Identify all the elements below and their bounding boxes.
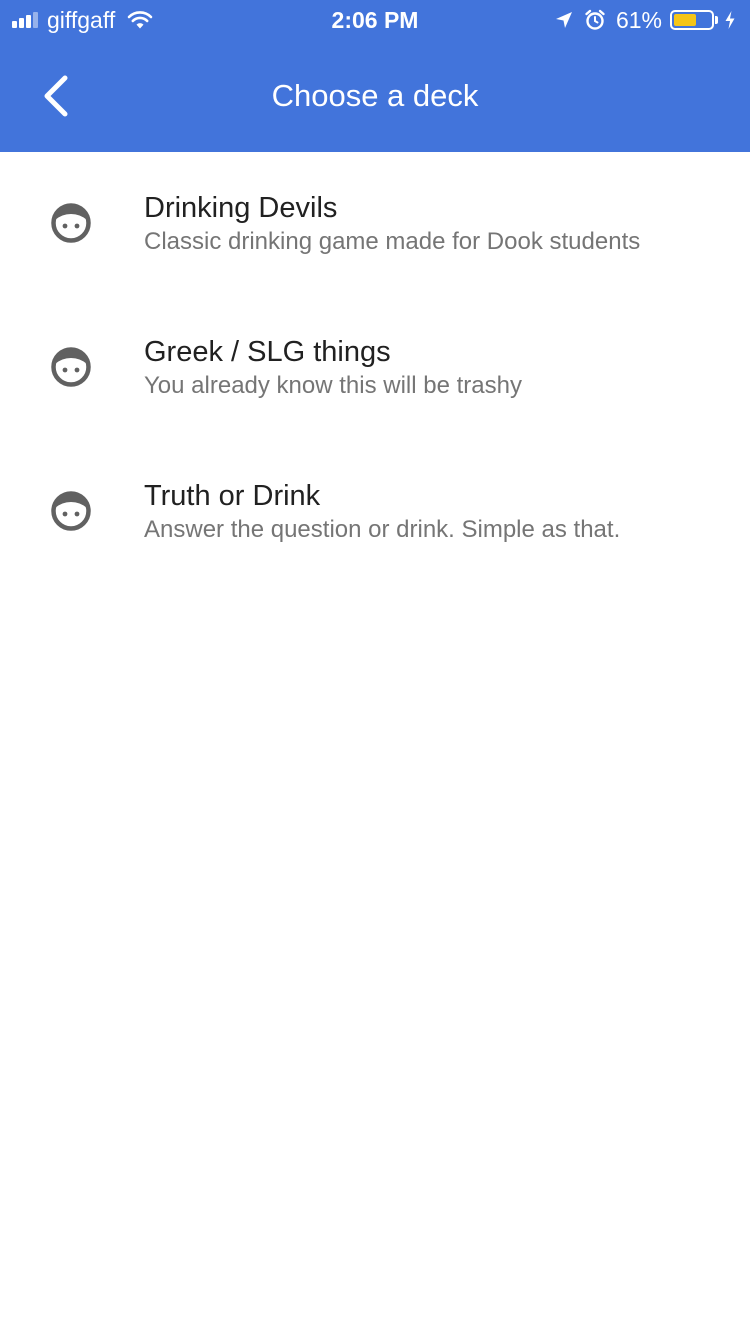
deck-item-drinking-devils[interactable]: Drinking Devils Classic drinking game ma… — [0, 152, 750, 296]
face-icon — [51, 347, 91, 387]
face-icon — [51, 491, 91, 531]
page-title: Choose a deck — [271, 78, 479, 113]
battery-tip — [715, 16, 718, 24]
deck-subtitle: Answer the question or drink. Simple as … — [144, 516, 621, 543]
app-bar: giffgaff 2:06 PM 61% Choose a deck — [0, 0, 750, 152]
face-icon — [51, 203, 91, 243]
location-arrow-icon — [555, 12, 572, 28]
deck-list: Drinking Devils Classic drinking game ma… — [0, 152, 750, 584]
deck-title: Drinking Devils — [144, 192, 338, 224]
status-right: 61% — [544, 6, 736, 34]
alarm-icon — [585, 9, 605, 30]
battery-level — [674, 14, 696, 26]
deck-title: Truth or Drink — [144, 480, 321, 512]
battery-percent: 61% — [615, 6, 662, 33]
status-bar: giffgaff 2:06 PM 61% — [0, 0, 750, 40]
charging-bolt-icon — [725, 11, 735, 29]
deck-item-greek-slg-things[interactable]: Greek / SLG things You already know this… — [0, 296, 750, 440]
deck-subtitle: You already know this will be trashy — [144, 372, 522, 399]
deck-title: Greek / SLG things — [144, 336, 391, 368]
deck-subtitle: Classic drinking game made for Dook stud… — [144, 228, 641, 255]
deck-item-truth-or-drink[interactable]: Truth or Drink Answer the question or dr… — [0, 440, 750, 584]
battery-icon — [670, 10, 714, 30]
